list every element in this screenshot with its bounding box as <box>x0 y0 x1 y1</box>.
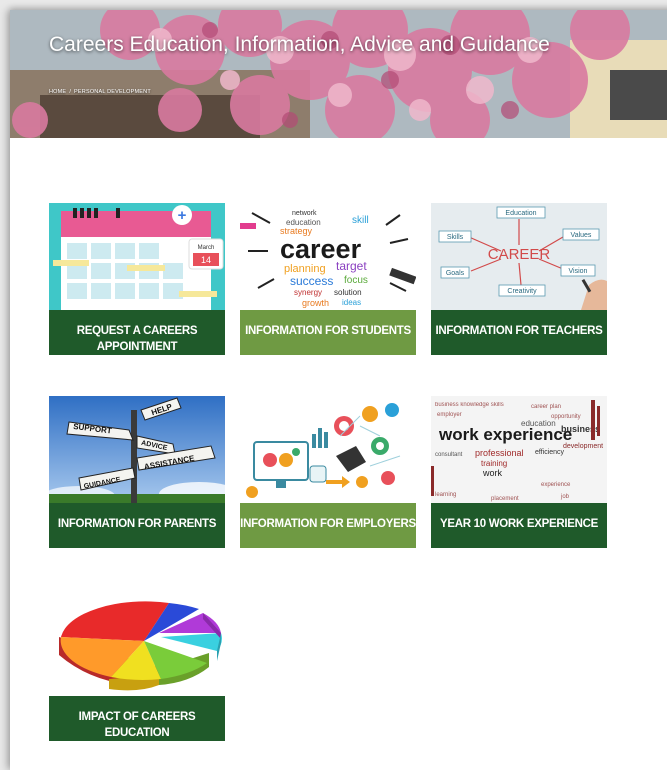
word-network: network <box>292 210 317 217</box>
tile-label: INFORMATION FOR STUDENTS <box>245 325 411 337</box>
hero-banner: Careers Education, Information, Advice a… <box>10 10 667 138</box>
svg-text:job: job <box>560 494 570 500</box>
breadcrumb: HOME / PERSONAL DEVELOPMENT <box>49 89 151 95</box>
mindmap-node: Education <box>505 210 536 217</box>
word-work-experience: work experience <box>438 425 572 444</box>
tile-information-for-employers[interactable]: INFORMATION FOR EMPLOYERS <box>240 396 416 548</box>
breadcrumb-current: PERSONAL DEVELOPMENT <box>74 89 151 95</box>
career-word-cloud-image: network education strategy skill career … <box>240 203 416 310</box>
calendar-day: 14 <box>201 255 211 265</box>
tile-label-bar: YEAR 10 WORK EXPERIENCE <box>431 503 607 548</box>
work-experience-word-cloud-image: business knowledge skills career plan emp… <box>431 396 607 503</box>
mindmap-node: Values <box>571 232 592 239</box>
tile-request-careers-appointment[interactable]: + March 14 REQUEST A CAREERS APPOINTMENT <box>49 203 225 355</box>
cherry-blossom-photo <box>10 10 667 138</box>
tile-impact-of-careers-education[interactable]: IMPACT OF CAREERS EDUCATION <box>49 589 225 741</box>
tile-information-for-teachers[interactable]: CAREER Education Skills Values Goals Vis… <box>431 203 607 355</box>
word-efficiency: efficiency <box>535 449 565 456</box>
pie-chart-3d-image <box>49 589 225 696</box>
breadcrumb-separator: / <box>69 89 72 95</box>
tile-label-bar: INFORMATION FOR EMPLOYERS <box>240 503 416 548</box>
page: Careers Education, Information, Advice a… <box>10 10 667 770</box>
mindmap-node: Skills <box>447 234 464 241</box>
svg-text:employer: employer <box>437 412 462 418</box>
signpost-image: HELP SUPPORT ADVICE ASSISTANCE GUIDANCE <box>49 396 225 503</box>
mindmap-node: Creativity <box>507 288 537 295</box>
mindmap-center: CAREER <box>488 246 551 263</box>
word-consultant: consultant <box>435 452 463 458</box>
business-icons-image <box>240 396 416 503</box>
tile-label-bar: INFORMATION FOR TEACHERS <box>431 310 607 355</box>
mindmap-node: Vision <box>569 268 588 275</box>
svg-text:career plan: career plan <box>531 404 561 410</box>
word-skill: skill <box>352 215 369 226</box>
tile-year-10-work-experience[interactable]: business knowledge skills career plan emp… <box>431 396 607 548</box>
word-training: training <box>481 459 507 468</box>
mindmap-node: Goals <box>446 270 465 277</box>
svg-text:+: + <box>178 207 187 224</box>
word-synergy: synergy <box>294 288 322 297</box>
tile-label: IMPACT OF CAREERS EDUCATION <box>78 711 196 739</box>
svg-text:experience: experience <box>541 482 571 488</box>
tile-label: INFORMATION FOR PARENTS <box>57 518 217 530</box>
page-title: Careers Education, Information, Advice a… <box>49 33 550 56</box>
tile-label: INFORMATION FOR TEACHERS <box>435 325 603 337</box>
tile-information-for-parents[interactable]: HELP SUPPORT ADVICE ASSISTANCE GUIDANCE … <box>49 396 225 548</box>
svg-text:business knowledge skills: business knowledge skills <box>435 402 504 408</box>
word-ideas: ideas <box>342 298 361 307</box>
calendar-month: March <box>198 245 215 251</box>
word-focus: focus <box>344 275 368 286</box>
word-solution: solution <box>334 288 362 297</box>
word-professional: professional <box>475 448 524 458</box>
career-mind-map-image: CAREER Education Skills Values Goals Vis… <box>431 203 607 310</box>
tile-label: YEAR 10 WORK EXPERIENCE <box>440 518 598 530</box>
tile-label: INFORMATION FOR EMPLOYERS <box>240 518 416 530</box>
word-growth: growth <box>302 298 329 308</box>
breadcrumb-home-link[interactable]: HOME <box>49 89 66 95</box>
word-development: development <box>563 443 603 450</box>
word-success: success <box>290 274 333 288</box>
tile-label-bar: INFORMATION FOR PARENTS <box>49 503 225 548</box>
svg-text:placement: placement <box>491 496 519 502</box>
tile-label-bar: REQUEST A CAREERS APPOINTMENT <box>49 310 225 355</box>
word-work: work <box>482 468 503 478</box>
tile-information-for-students[interactable]: network education strategy skill career … <box>240 203 416 355</box>
tile-label: REQUEST A CAREERS APPOINTMENT <box>76 325 198 353</box>
calendar-icon: + March 14 <box>49 203 225 310</box>
svg-text:learning: learning <box>435 492 456 498</box>
tile-label-bar: INFORMATION FOR STUDENTS <box>240 310 416 355</box>
tile-label-bar: IMPACT OF CAREERS EDUCATION <box>49 696 225 741</box>
word-target: target <box>336 259 367 273</box>
